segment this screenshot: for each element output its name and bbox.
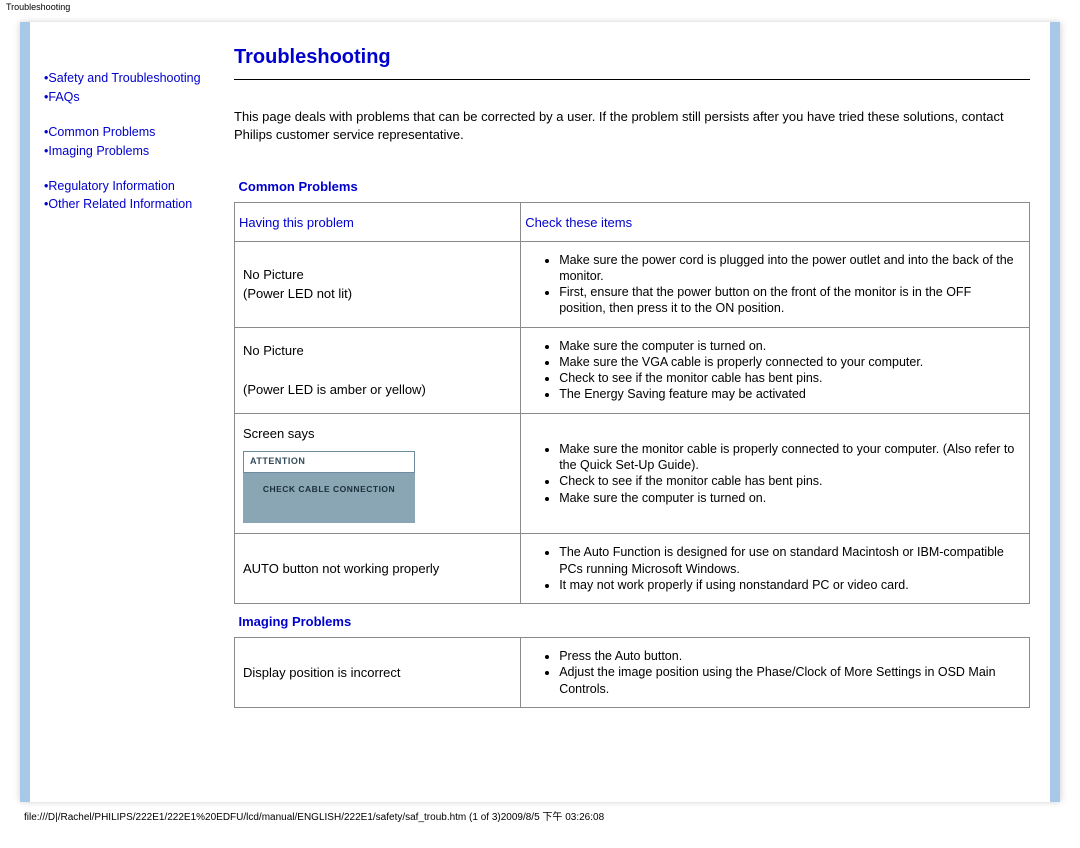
table-row: No Picture (Power LED is amber or yellow… [235,327,1030,413]
list-item: First, ensure that the power button on t… [559,284,1021,317]
page-title: Troubleshooting [234,46,1030,69]
list-item: Make sure the VGA cable is properly conn… [559,354,1021,370]
list-item: It may not work properly if using nonsta… [559,577,1021,593]
table-row: No Picture (Power LED not lit) Make sure… [235,241,1030,327]
attention-body: CHECK CABLE CONNECTION [243,473,415,524]
col-head-problem: Having this problem [235,203,521,242]
sidebar: •Safety and Troubleshooting •FAQs •Commo… [30,22,220,802]
nav-item-common[interactable]: •Common Problems [44,124,212,141]
footer-path: file:///D|/Rachel/PHILIPS/222E1/222E1%20… [20,802,1060,823]
problem-line1: No Picture [243,343,304,358]
nav-group-1: •Safety and Troubleshooting •FAQs [44,70,212,106]
solution-list: Make sure the power cord is plugged into… [529,252,1021,317]
solution-cell: Make sure the computer is turned on. Mak… [521,327,1030,413]
solution-cell: Press the Auto button. Adjust the image … [521,638,1030,708]
problem-cell: No Picture (Power LED not lit) [235,241,521,327]
problem-line1: No Picture [243,267,304,282]
problems-table: Common Problems Having this problem Chec… [234,169,1030,708]
problem-line1: Display position is incorrect [243,665,401,680]
list-item: Make sure the computer is turned on. [559,338,1021,354]
nav-item-regulatory[interactable]: •Regulatory Information [44,178,212,195]
problem-cell: AUTO button not working properly [235,534,521,604]
nav-link[interactable]: Regulatory Information [48,179,174,193]
nav-group-2: •Common Problems •Imaging Problems [44,124,212,160]
list-item: Make sure the power cord is plugged into… [559,252,1021,285]
nav-item-other[interactable]: •Other Related Information [44,196,212,213]
section-common-problems: Common Problems [235,169,1030,203]
solution-list: Make sure the computer is turned on. Mak… [529,338,1021,403]
attention-screen: ATTENTION CHECK CABLE CONNECTION [243,451,415,523]
solution-list: Make sure the monitor cable is properly … [529,441,1021,506]
solution-cell: Make sure the monitor cable is properly … [521,413,1030,534]
list-item: Check to see if the monitor cable has be… [559,473,1021,489]
nav-link[interactable]: Imaging Problems [48,144,149,158]
problem-line1: Screen says [243,426,315,441]
nav-link[interactable]: Other Related Information [48,197,192,211]
table-row: AUTO button not working properly The Aut… [235,534,1030,604]
nav-item-imaging[interactable]: •Imaging Problems [44,143,212,160]
solution-cell: The Auto Function is designed for use on… [521,534,1030,604]
attention-bar: ATTENTION [243,451,415,473]
page-wrap: •Safety and Troubleshooting •FAQs •Commo… [0,22,1080,823]
list-item: Make sure the computer is turned on. [559,490,1021,506]
nav-link[interactable]: FAQs [48,90,79,104]
nav-item-faqs[interactable]: •FAQs [44,89,212,106]
main-content: Troubleshooting This page deals with pro… [220,22,1050,802]
title-rule [234,79,1030,80]
content-frame: •Safety and Troubleshooting •FAQs •Commo… [20,22,1060,802]
problem-cell: Screen says ATTENTION CHECK CABLE CONNEC… [235,413,521,534]
page-header-label: Troubleshooting [0,0,1080,12]
solution-list: Press the Auto button. Adjust the image … [529,648,1021,697]
table-row: Screen says ATTENTION CHECK CABLE CONNEC… [235,413,1030,534]
problem-line2: (Power LED not lit) [243,286,352,301]
col-head-check: Check these items [521,203,1030,242]
list-item: Check to see if the monitor cable has be… [559,370,1021,386]
list-item: The Energy Saving feature may be activat… [559,386,1021,402]
section-imaging-problems: Imaging Problems [235,604,1030,638]
problem-cell: No Picture (Power LED is amber or yellow… [235,327,521,413]
solution-list: The Auto Function is designed for use on… [529,544,1021,593]
problem-cell: Display position is incorrect [235,638,521,708]
problem-line2: (Power LED is amber or yellow) [243,382,426,397]
nav-link[interactable]: Safety and Troubleshooting [48,71,200,85]
table-row: Display position is incorrect Press the … [235,638,1030,708]
intro-text: This page deals with problems that can b… [234,108,1030,143]
list-item: Press the Auto button. [559,648,1021,664]
list-item: Make sure the monitor cable is properly … [559,441,1021,474]
list-item: The Auto Function is designed for use on… [559,544,1021,577]
nav-item-safety[interactable]: •Safety and Troubleshooting [44,70,212,87]
solution-cell: Make sure the power cord is plugged into… [521,241,1030,327]
list-item: Adjust the image position using the Phas… [559,664,1021,697]
problem-line1: AUTO button not working properly [243,561,439,576]
nav-group-3: •Regulatory Information •Other Related I… [44,178,212,214]
nav-link[interactable]: Common Problems [48,125,155,139]
